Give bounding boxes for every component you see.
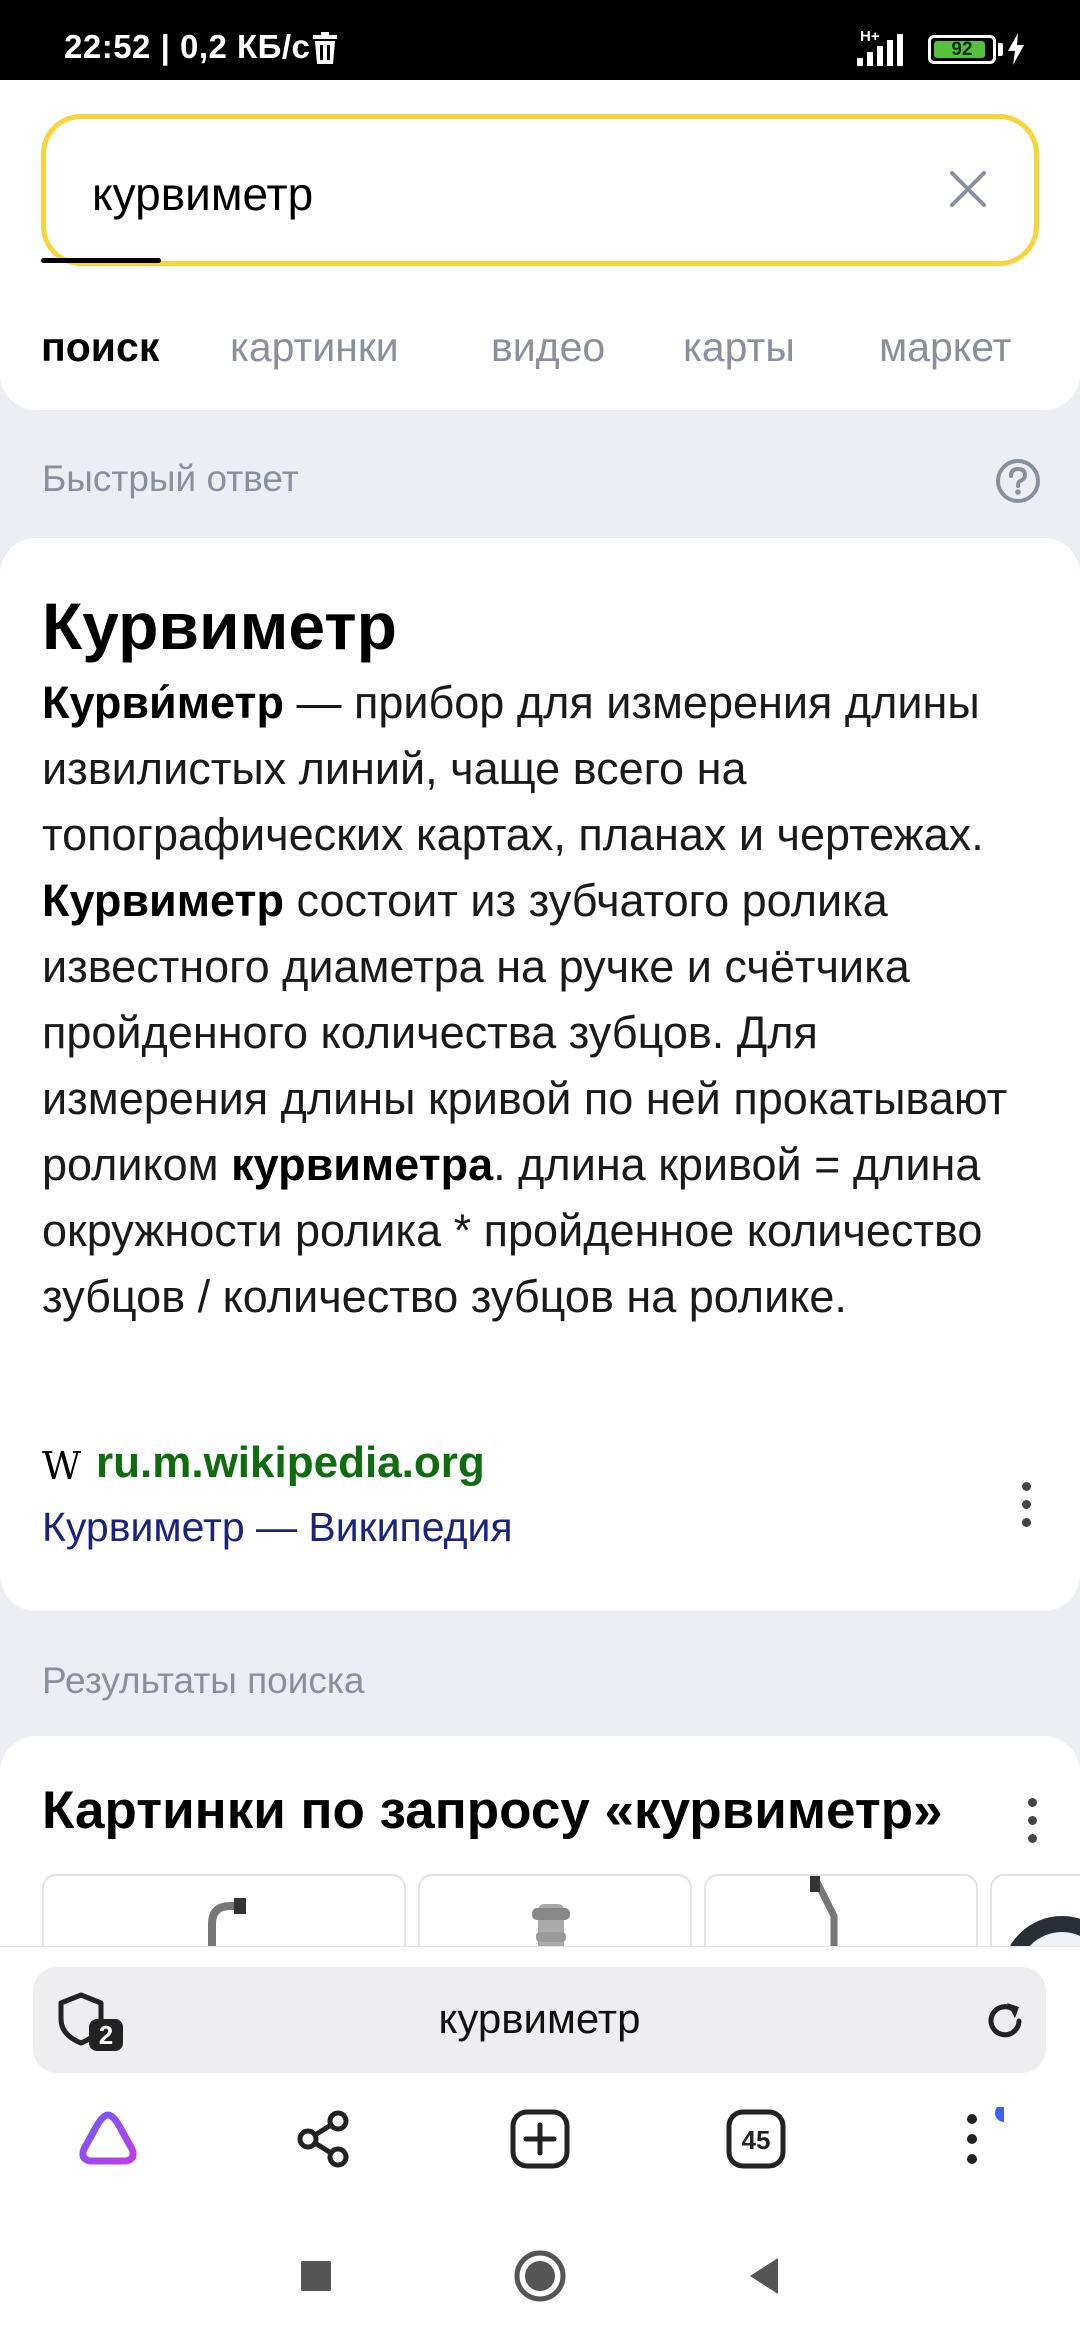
images-result-card: Картинки по запросу «курвиметр» [0, 1736, 1080, 1946]
image-thumbnail[interactable] [990, 1874, 1080, 1946]
battery-tip [998, 43, 1003, 56]
new-tab-icon[interactable] [508, 2107, 572, 2171]
menu-icon[interactable] [940, 2107, 1004, 2171]
images-result-title[interactable]: Картинки по запросу «курвиметр» [42, 1780, 943, 1841]
address-bar[interactable]: 2 курвиметр [33, 1967, 1046, 2073]
image-thumbnail-graphic [810, 1876, 838, 1946]
quick-answer-card: Курвиметр Курви́метр — прибор для измере… [0, 538, 1080, 1611]
battery-icon: 92 [928, 35, 996, 64]
system-navigation-bar [0, 2208, 1080, 2340]
home-icon[interactable] [510, 2246, 570, 2306]
tab-video[interactable]: видео [491, 324, 605, 371]
image-thumbnail-graphic [1010, 1916, 1080, 1946]
tab-search[interactable]: поиск [41, 324, 159, 371]
more-options-icon[interactable] [1026, 1798, 1038, 1850]
quick-answer-label: Быстрый ответ [42, 458, 299, 499]
tabs-count-icon[interactable]: 45 [724, 2107, 788, 2171]
help-icon[interactable] [995, 458, 1041, 504]
browser-toolbar: 2 курвиметр 45 [0, 1946, 1080, 2208]
answer-text-part: Курви́метр [42, 677, 284, 728]
image-thumbnail-graphic [532, 1904, 570, 1946]
search-header: курвиметр поиск картинки видео карты мар… [0, 80, 1080, 410]
reload-icon[interactable] [983, 1999, 1027, 2043]
image-thumbnail-graphic [208, 1898, 246, 1946]
recent-apps-icon[interactable] [286, 2246, 346, 2306]
tab-maps[interactable]: карты [683, 324, 795, 371]
charging-icon [1008, 33, 1024, 65]
search-query[interactable]: курвиметр [92, 167, 313, 221]
wikipedia-icon: W [42, 1444, 82, 1488]
image-thumbnail[interactable] [704, 1874, 978, 1946]
close-icon[interactable] [944, 165, 992, 213]
answer-text-part: курвиметра [231, 1139, 494, 1190]
notification-dot [995, 2107, 1004, 2122]
image-thumbnail[interactable] [418, 1874, 692, 1946]
tab-images[interactable]: картинки [230, 324, 399, 371]
address-text[interactable]: курвиметр [33, 1995, 1046, 2043]
results-label: Результаты поиска [42, 1660, 365, 1701]
source-domain-link[interactable]: ru.m.wikipedia.org [96, 1438, 485, 1488]
search-input[interactable]: курвиметр [41, 114, 1039, 266]
battery-percent: 92 [951, 39, 973, 60]
status-bar: 22:52 | 0,2 КБ/с H+ 92 [0, 0, 1080, 80]
tabs-count: 45 [742, 2125, 771, 2155]
back-icon[interactable] [734, 2246, 794, 2306]
answer-title: Курвиметр [42, 589, 397, 663]
share-icon[interactable] [292, 2107, 356, 2171]
image-thumbnail[interactable] [42, 1874, 406, 1946]
active-tab-indicator [41, 258, 161, 263]
alice-assistant-icon[interactable] [76, 2107, 140, 2171]
trash-icon [313, 32, 337, 64]
answer-text: Курви́метр — прибор для измерения длины … [42, 670, 1052, 1330]
more-options-icon[interactable] [1020, 1482, 1032, 1534]
tab-market[interactable]: маркет [879, 324, 1011, 371]
search-tabs: поиск картинки видео карты маркет [0, 306, 1080, 410]
source-title-link[interactable]: Курвиметр — Википедия [42, 1504, 513, 1551]
answer-text-part: Курвиметр [42, 875, 284, 926]
signal-icon [857, 34, 903, 66]
status-time-speed: 22:52 | 0,2 КБ/с [64, 28, 311, 65]
